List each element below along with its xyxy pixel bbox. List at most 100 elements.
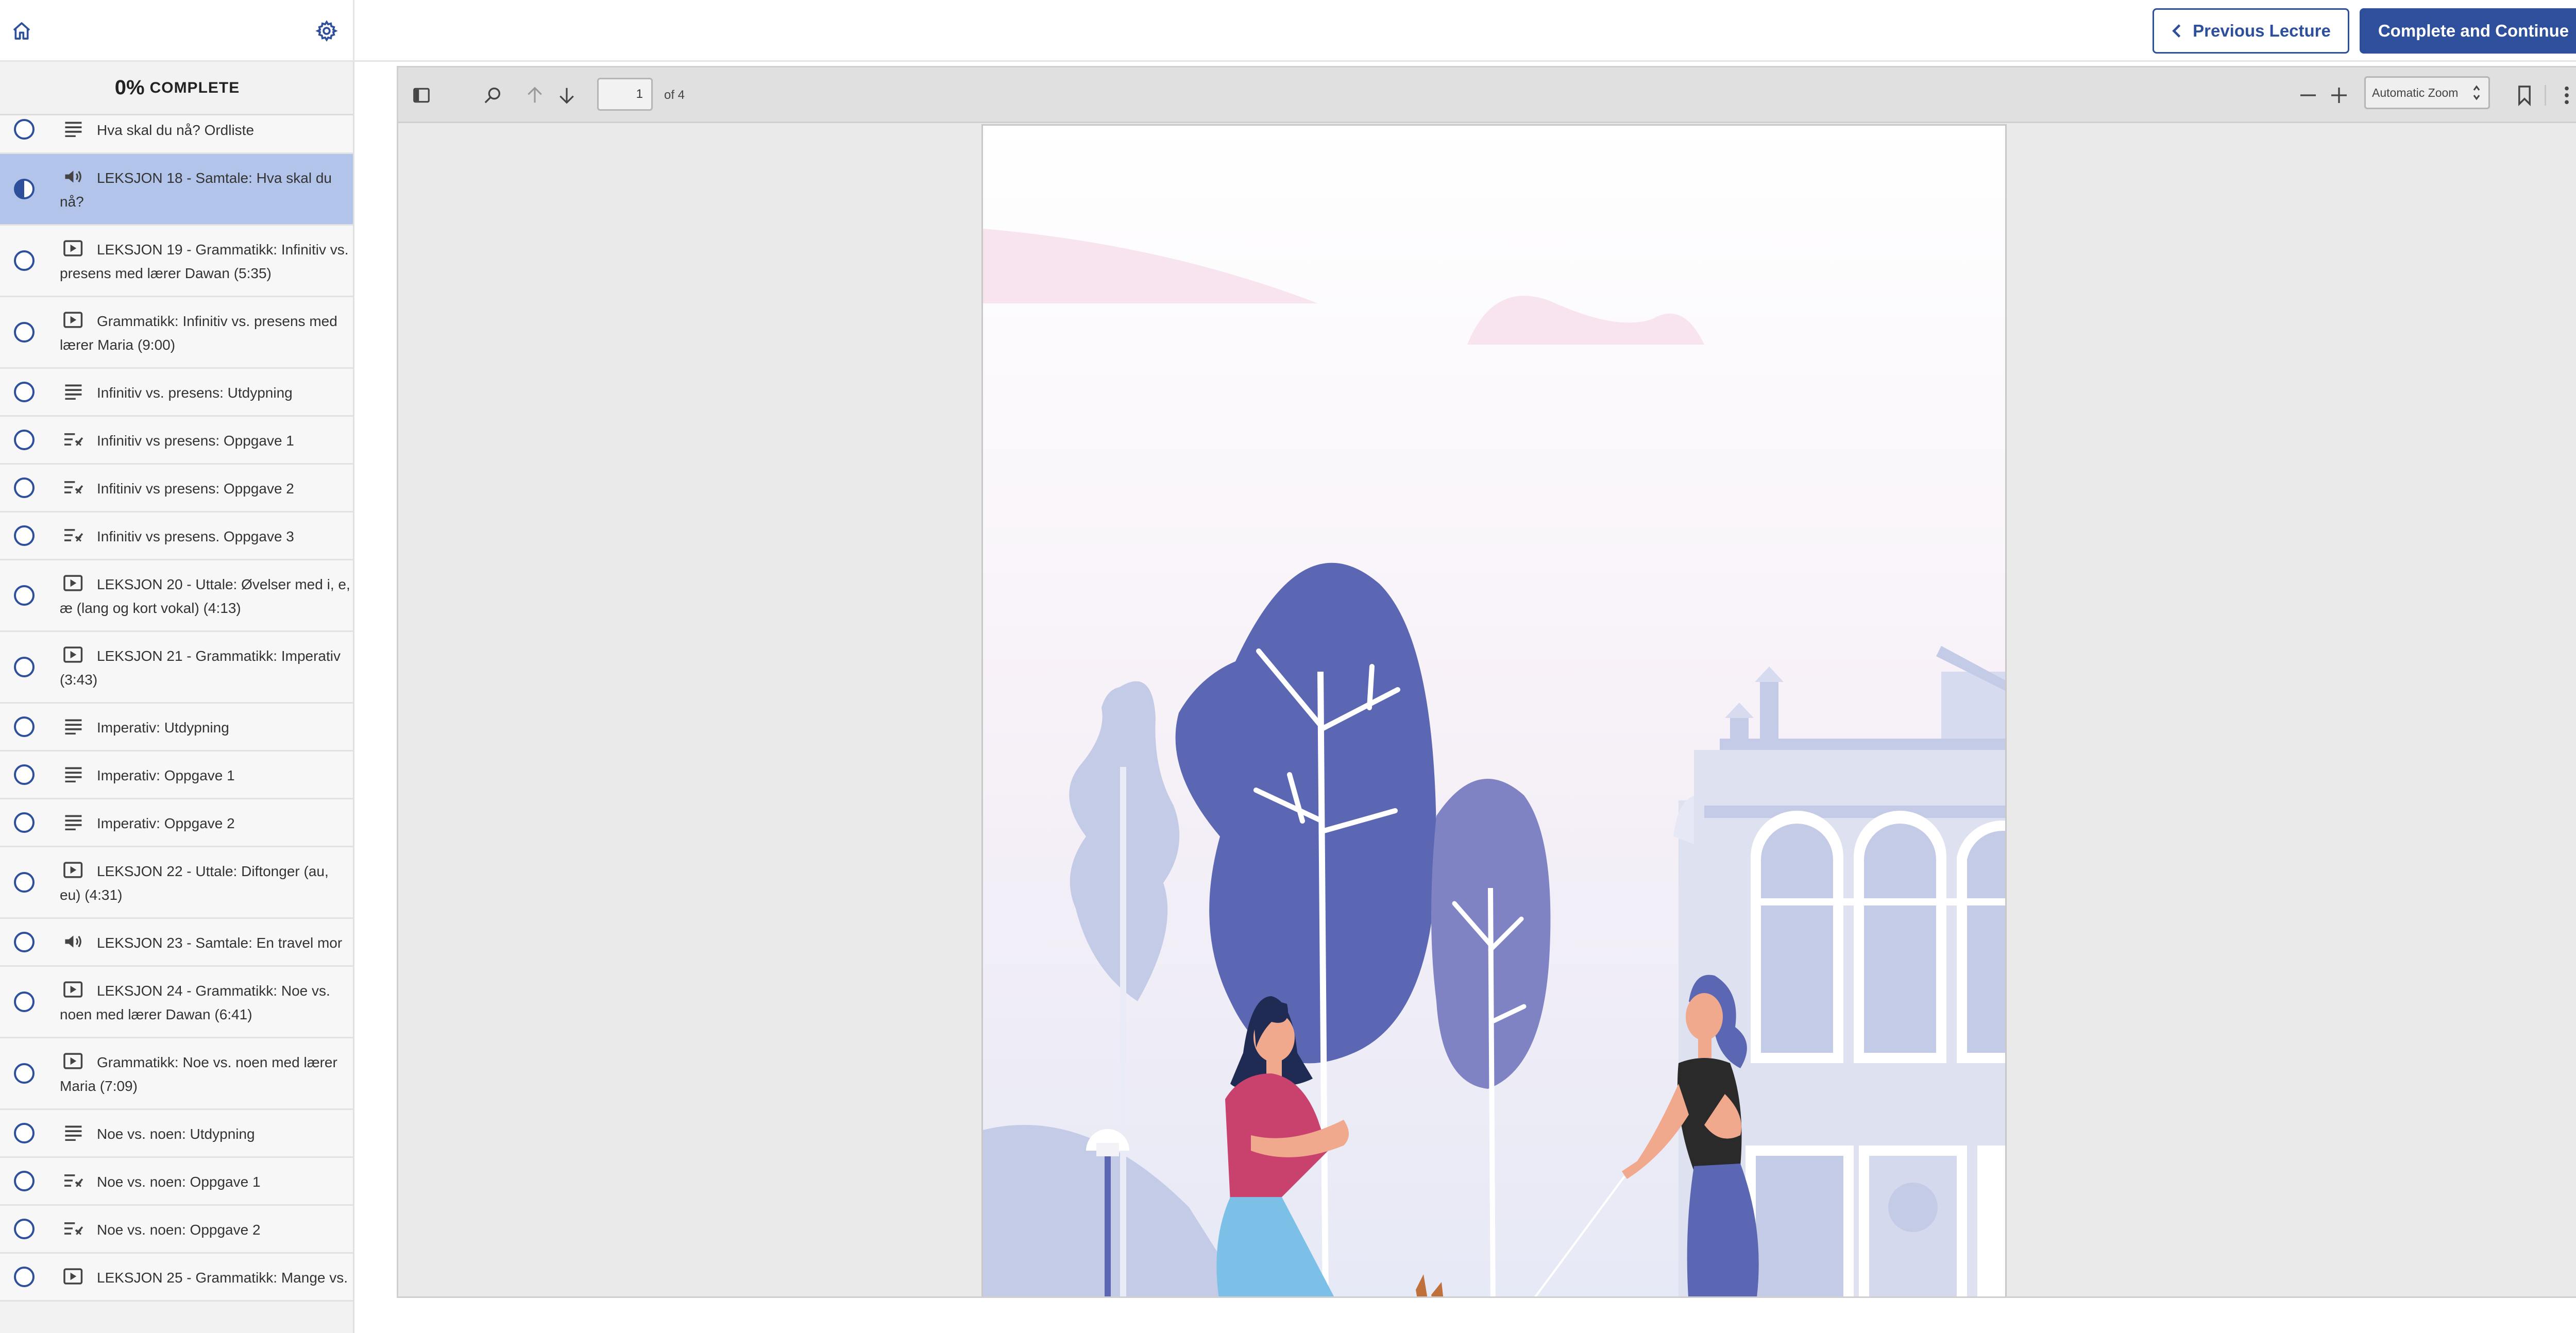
quiz-lesson-icon	[64, 433, 83, 446]
text-lesson-icon	[65, 815, 82, 830]
previous-lecture-button[interactable]: Previous Lecture	[2153, 8, 2349, 54]
lecture-title: LEKSJON 18 - Samtale: Hva skal du nå?	[60, 170, 332, 210]
lecture-item[interactable]: Imperativ: Oppgave 2	[0, 799, 353, 847]
lecture-title: LEKSJON 23 - Samtale: En travel mor	[97, 935, 343, 951]
lecture-item[interactable]: LEKSJON 22 - Uttale: Diftonger (au, eu) …	[0, 847, 353, 919]
lecture-item[interactable]: Noe vs. noen: Utdypning	[0, 1110, 353, 1158]
sidebar-toggle-button[interactable]	[408, 81, 435, 109]
home-button[interactable]	[7, 16, 36, 45]
lecture-status	[0, 847, 48, 917]
complete-and-continue-button[interactable]: Complete and Continue	[2360, 8, 2576, 54]
lecture-title: Noe vs. noen: Oppgave 1	[97, 1174, 261, 1190]
text-lesson-icon	[65, 384, 82, 400]
lecture-status	[0, 369, 48, 415]
page-count: of 4	[664, 88, 685, 102]
lecture-item[interactable]: Grammatikk: Infinitiv vs. presens med læ…	[0, 297, 353, 369]
lecture-item[interactable]: Grammatikk: Noe vs. noen med lærer Maria…	[0, 1038, 353, 1110]
next-page-button[interactable]	[553, 81, 581, 109]
lecture-item[interactable]: LEKSJON 19 - Grammatikk: Infinitiv vs. p…	[0, 226, 353, 297]
lecture-body: Infinitiv vs presens: Oppgave 1	[48, 417, 353, 463]
more-tools-button[interactable]	[2553, 81, 2576, 109]
lecture-body: Infitiniv vs presens: Oppgave 2	[48, 465, 353, 511]
lecture-body: LEKSJON 18 - Samtale: Hva skal du nå?	[48, 154, 353, 224]
lecture-item[interactable]: Infinitiv vs presens. Oppgave 3	[0, 512, 353, 560]
lecture-status	[0, 465, 48, 511]
lecture-status	[0, 704, 48, 750]
progress-label: COMPLETE	[149, 79, 240, 96]
lecture-title: Infitiniv vs presens: Oppgave 2	[97, 481, 294, 497]
lecture-item[interactable]: Noe vs. noen: Oppgave 2	[0, 1206, 353, 1254]
lecture-item[interactable]: Imperativ: Oppgave 1	[0, 751, 353, 799]
lecture-body: LEKSJON 24 - Grammatikk: Noe vs. noen me…	[48, 967, 353, 1037]
lecture-title: LEKSJON 21 - Grammatikk: Imperativ (3:43…	[60, 648, 341, 688]
previous-page-button[interactable]	[521, 81, 549, 109]
empty-circle-icon	[14, 1219, 35, 1239]
zoom-select[interactable]: Automatic Zoom	[2364, 76, 2490, 109]
cover-illustration	[983, 126, 2005, 1296]
lecture-item[interactable]: Infitiniv vs presens: Oppgave 2	[0, 465, 353, 512]
text-lesson-icon	[65, 1125, 82, 1141]
pdf-toolbar: of 4 Automatic Zoom	[398, 67, 2576, 123]
arrow-up-icon	[528, 87, 542, 103]
bookmark-icon	[2518, 86, 2531, 106]
video-lesson-icon	[63, 646, 83, 663]
empty-circle-icon	[14, 1267, 35, 1287]
bookmark-button[interactable]	[2511, 81, 2538, 109]
empty-circle-icon	[14, 872, 35, 893]
in-progress-circle-icon	[14, 179, 35, 199]
lecture-item[interactable]: Infinitiv vs. presens: Utdypning	[0, 369, 353, 417]
lecture-body: LEKSJON 22 - Uttale: Diftonger (au, eu) …	[48, 847, 353, 917]
video-lesson-icon	[63, 1268, 83, 1285]
complete-and-continue-label: Complete and Continue	[2378, 21, 2569, 40]
course-sidebar[interactable]: Hva skal du nå? Ordliste LEKSJON 18 - Sam…	[0, 62, 354, 1333]
pdf-viewer: of 4 Automatic Zoom	[397, 66, 2576, 1298]
lecture-title: LEKSJON 25 - Grammatikk: Mange vs.	[97, 1270, 348, 1286]
lecture-item[interactable]: LEKSJON 25 - Grammatikk: Mange vs.	[0, 1254, 353, 1302]
lecture-title: Imperativ: Utdypning	[97, 720, 229, 736]
lecture-body: Infinitiv vs presens. Oppgave 3	[48, 512, 353, 559]
empty-circle-icon	[14, 716, 35, 737]
empty-circle-icon	[14, 525, 35, 546]
lecture-title: Grammatikk: Infinitiv vs. presens med læ…	[60, 313, 337, 353]
lecture-status	[0, 560, 48, 630]
lecture-item[interactable]: Infinitiv vs presens: Oppgave 1	[0, 417, 353, 465]
lecture-status	[0, 1206, 48, 1252]
lecture-body: LEKSJON 25 - Grammatikk: Mange vs.	[48, 1254, 353, 1300]
lecture-item[interactable]: Imperativ: Utdypning	[0, 704, 353, 751]
lecture-body: Imperativ: Oppgave 1	[48, 751, 353, 798]
lecture-status	[0, 967, 48, 1037]
zoom-out-button[interactable]	[2294, 81, 2322, 109]
lecture-body: LEKSJON 20 - Uttale: Øvelser med i, e, æ…	[48, 560, 353, 630]
empty-circle-icon	[14, 1171, 35, 1191]
lecture-item[interactable]: LEKSJON 23 - Samtale: En travel mor	[0, 919, 353, 967]
previous-lecture-label: Previous Lecture	[2193, 21, 2331, 40]
lecture-status	[0, 1110, 48, 1156]
lecture-status	[0, 417, 48, 463]
page-number-input[interactable]	[597, 78, 653, 111]
lecture-body: Grammatikk: Infinitiv vs. presens med læ…	[48, 297, 353, 367]
lecture-item[interactable]: Noe vs. noen: Oppgave 1	[0, 1158, 353, 1206]
lecture-item[interactable]: LEKSJON 24 - Grammatikk: Noe vs. noen me…	[0, 967, 353, 1038]
text-lesson-icon	[65, 719, 82, 734]
zoom-in-button[interactable]	[2325, 81, 2353, 109]
sidebar-header	[0, 0, 354, 62]
find-button[interactable]	[479, 81, 506, 109]
lecture-item[interactable]: LEKSJON 20 - Uttale: Øvelser med i, e, æ…	[0, 560, 353, 632]
chevron-left-icon	[2172, 24, 2181, 38]
lecture-status	[0, 799, 48, 846]
lecture-body: Infinitiv vs. presens: Utdypning	[48, 369, 353, 415]
empty-circle-icon	[14, 477, 35, 498]
quiz-lesson-icon	[64, 1222, 83, 1235]
empty-circle-icon	[14, 430, 35, 450]
lecture-item[interactable]: LEKSJON 21 - Grammatikk: Imperativ (3:43…	[0, 632, 353, 704]
video-lesson-icon	[63, 575, 83, 591]
empty-circle-icon	[14, 1123, 35, 1143]
settings-button[interactable]	[312, 16, 341, 45]
toolbar-separator	[2545, 85, 2546, 106]
lecture-title: Noe vs. noen: Oppgave 2	[97, 1222, 261, 1238]
lecture-title: Grammatikk: Noe vs. noen med lærer Maria…	[60, 1054, 337, 1094]
video-lesson-icon	[63, 862, 83, 878]
video-lesson-icon	[63, 240, 83, 257]
lecture-item[interactable]: LEKSJON 18 - Samtale: Hva skal du nå?	[0, 154, 353, 226]
lecture-title: LEKSJON 24 - Grammatikk: Noe vs. noen me…	[60, 983, 330, 1022]
